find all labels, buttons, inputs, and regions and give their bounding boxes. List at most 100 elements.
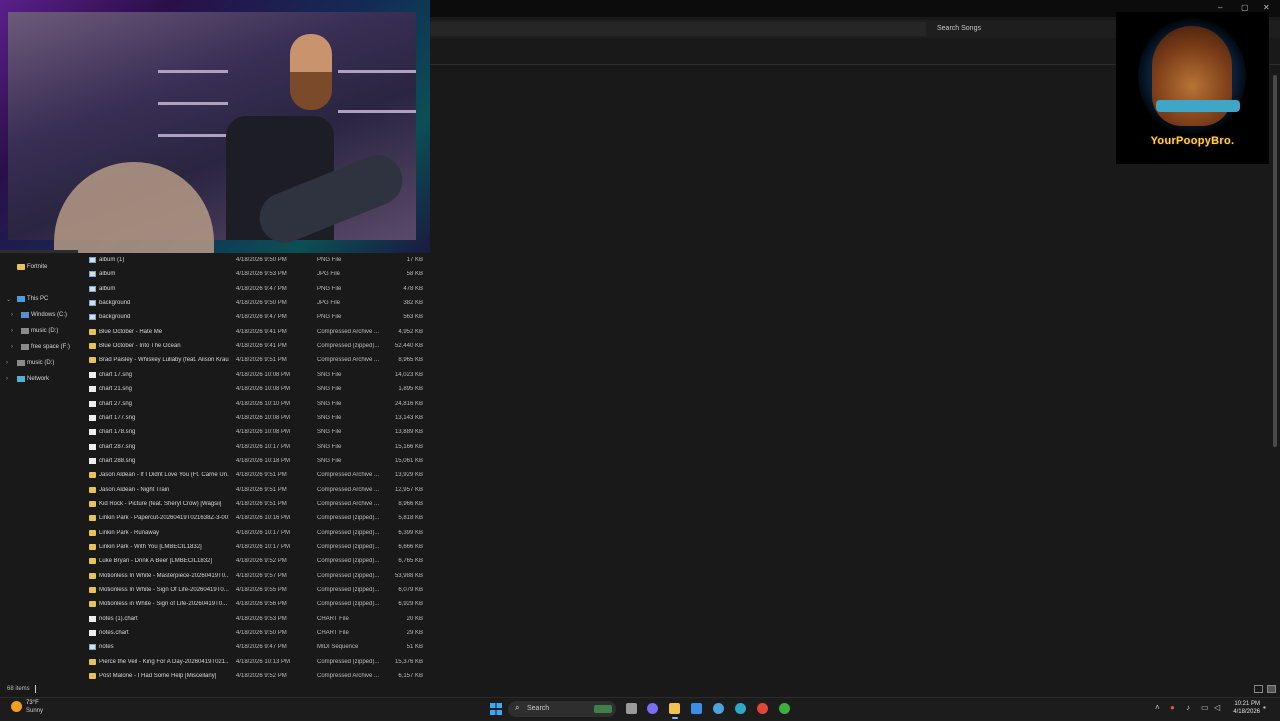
nav-item-fortnite[interactable]: Fortnite bbox=[27, 264, 47, 270]
display-icon[interactable]: ▭ bbox=[1201, 703, 1209, 712]
chevron-down-icon[interactable]: ⌄ bbox=[6, 296, 11, 303]
sun-icon[interactable] bbox=[11, 701, 22, 712]
file-row[interactable]: chart 21.sng 4/18/2026 10:08 PM SNG File 1,… bbox=[80, 383, 430, 397]
file-size: 6,157 KB bbox=[398, 673, 423, 680]
chevron-right-icon[interactable]: › bbox=[6, 360, 8, 366]
file-name: chart 288.sng bbox=[99, 457, 136, 464]
network-icon bbox=[17, 376, 25, 382]
clock-date: 4/18/2026 bbox=[1233, 709, 1260, 715]
chrome-icon[interactable] bbox=[757, 703, 768, 714]
drive-icon bbox=[21, 328, 29, 334]
task-view-icon[interactable] bbox=[626, 703, 637, 714]
file-row[interactable]: Linkin Park - With You [LMBECIL1832] 4/18… bbox=[80, 541, 430, 555]
file-explorer-icon[interactable] bbox=[669, 703, 680, 714]
tiles-view-button[interactable] bbox=[1267, 685, 1276, 693]
file-row[interactable]: Motionless In White - Sign Of Life-20260… bbox=[80, 584, 430, 598]
file-row[interactable]: Motionless in White - Sign of Life-20260… bbox=[80, 598, 430, 612]
file-row[interactable]: notes (1).chart 4/18/2026 9:53 PM CHART Fi… bbox=[80, 613, 430, 627]
file-size: 563 KB bbox=[403, 314, 423, 321]
file-row[interactable]: notes.chart 4/18/2026 9:50 PM CHART File 29… bbox=[80, 627, 430, 641]
file-row[interactable]: Kid Rock - Picture (feat. Sheryl Crow) [… bbox=[80, 498, 430, 512]
file-date-modified: 4/18/2026 9:47 PM bbox=[236, 285, 287, 292]
system-clock[interactable]: 10:21 PM 4/18/2026 bbox=[1226, 700, 1260, 716]
store-icon[interactable] bbox=[691, 703, 702, 714]
copilot-icon[interactable] bbox=[647, 703, 658, 714]
file-row[interactable]: Brad Paisley - Whiskey Lullaby (feat. Al… bbox=[80, 354, 430, 368]
chevron-right-icon[interactable]: › bbox=[11, 312, 13, 318]
scrollbar[interactable] bbox=[1273, 75, 1277, 447]
file-row[interactable]: chart 27.sng 4/18/2026 10:10 PM SNG File 24… bbox=[80, 398, 430, 412]
magnifier-app-icon[interactable] bbox=[713, 703, 724, 714]
image-file-icon bbox=[89, 300, 96, 307]
file-name: chart 287.sng bbox=[99, 443, 136, 450]
file-row[interactable]: Luke Bryan - Drink A Beer [LMBECIL1832] 4… bbox=[80, 555, 430, 569]
file-row[interactable]: Blue October - Hate Me 4/18/2026 9:41 PM C… bbox=[80, 326, 430, 340]
minimize-button[interactable]: – bbox=[1218, 3, 1222, 12]
details-view-button[interactable] bbox=[1254, 685, 1263, 693]
chevron-right-icon[interactable]: › bbox=[11, 344, 13, 350]
nav-item-windows-c[interactable]: Windows (C:) bbox=[31, 312, 67, 318]
taskbar-search[interactable]: ⌕ Search bbox=[508, 701, 616, 717]
nav-item-free-space-f[interactable]: free space (F:) bbox=[31, 344, 70, 350]
microphone-icon[interactable]: ♪ bbox=[1186, 703, 1190, 712]
file-size: 13,929 KB bbox=[394, 472, 423, 479]
file-name: notes.chart bbox=[99, 630, 129, 637]
file-row[interactable]: notes 4/18/2026 9:47 PM MIDI Sequence 51 KB bbox=[80, 641, 430, 655]
file-date-modified: 4/18/2026 9:47 PM bbox=[236, 644, 287, 651]
file-row[interactable]: Jason Aldean - Night Train 4/18/2026 9:51… bbox=[80, 484, 430, 498]
chevron-up-icon[interactable]: ˄ bbox=[1155, 703, 1160, 712]
file-row[interactable]: chart 287.sng 4/18/2026 10:17 PM SNG File 1… bbox=[80, 441, 430, 455]
file-name: Linkin Park - Runaway bbox=[99, 529, 160, 536]
weather-temperature[interactable]: 73°F bbox=[26, 700, 39, 706]
path-field[interactable] bbox=[430, 22, 926, 36]
file-row[interactable]: Jason Aldean - If I Didnt Love You (Ft. … bbox=[80, 469, 430, 483]
file-row[interactable]: chart 17.sng 4/18/2026 10:08 PM SNG File 14… bbox=[80, 369, 430, 383]
file-row[interactable]: chart 177.sng 4/18/2026 10:08 PM SNG File 1… bbox=[80, 412, 430, 426]
chevron-right-icon[interactable]: › bbox=[6, 376, 8, 382]
nav-item-music-d[interactable]: music (D:) bbox=[31, 328, 58, 334]
edge-icon[interactable] bbox=[735, 703, 746, 714]
file-date-modified: 4/18/2026 10:08 PM bbox=[236, 414, 291, 421]
app-tray-icon[interactable]: ● bbox=[1170, 703, 1175, 712]
file-type: JPG File bbox=[317, 271, 341, 278]
file-name: album bbox=[99, 271, 116, 278]
file-name: background bbox=[99, 300, 131, 307]
file-row[interactable]: background 4/18/2026 9:50 PM JPG File 382 K… bbox=[80, 297, 430, 311]
weather-description[interactable]: Sunny bbox=[26, 708, 43, 714]
file-row[interactable]: Linkin Park - Runaway 4/18/2026 10:17 PM C… bbox=[80, 527, 430, 541]
file-date-modified: 4/18/2026 9:57 PM bbox=[236, 572, 287, 579]
file-size: 51 KB bbox=[406, 644, 423, 651]
nav-item-music-d-2[interactable]: music (D:) bbox=[27, 360, 54, 366]
file-row[interactable]: chart 178.sng 4/18/2026 10:08 PM SNG File 1… bbox=[80, 426, 430, 440]
file-row[interactable]: album 4/18/2026 9:53 PM JPG File 58 KB bbox=[80, 268, 430, 282]
nav-item-network[interactable]: Network bbox=[27, 376, 49, 382]
close-button[interactable]: ✕ bbox=[1263, 3, 1270, 12]
xbox-icon[interactable] bbox=[779, 703, 790, 714]
file-row[interactable]: Pierce the Veil - King For A Day-2026041… bbox=[80, 656, 430, 670]
file-row[interactable]: Post Malone - I Had Some Help [Miscellan… bbox=[80, 670, 430, 684]
file-type: SNG File bbox=[317, 429, 342, 436]
maximize-button[interactable]: ▢ bbox=[1241, 3, 1249, 12]
file-type: MIDI Sequence bbox=[317, 644, 359, 651]
file-row[interactable]: Linkin Park - Papercut-20260419T021638Z-… bbox=[80, 512, 430, 526]
file-row[interactable]: background 4/18/2026 9:47 PM PNG File 563 K… bbox=[80, 311, 430, 325]
file-row[interactable]: album (1) 4/18/2026 9:50 PM PNG File 17 KB bbox=[80, 254, 430, 268]
file-type: Compressed Archive ... bbox=[317, 472, 380, 479]
file-row[interactable]: Blue October - Into The Ocean 4/18/2026 9… bbox=[80, 340, 430, 354]
search-songs-input[interactable]: Search Songs bbox=[937, 25, 981, 32]
file-icon bbox=[89, 443, 96, 450]
file-name: Pierce the Veil - King For A Day-2026041… bbox=[99, 658, 229, 665]
file-date-modified: 4/18/2026 9:52 PM bbox=[236, 558, 287, 565]
file-row[interactable]: chart 288.sng 4/18/2026 10:18 PM SNG File 1… bbox=[80, 455, 430, 469]
volume-icon[interactable]: ◁ bbox=[1214, 703, 1220, 712]
start-button[interactable] bbox=[490, 703, 502, 715]
nav-item-this-pc[interactable]: This PC bbox=[27, 296, 48, 302]
file-date-modified: 4/18/2026 10:10 PM bbox=[236, 400, 291, 407]
notification-icon[interactable]: ▪ bbox=[1263, 703, 1266, 712]
chevron-right-icon[interactable]: › bbox=[11, 328, 13, 334]
archive-folder-icon bbox=[89, 328, 96, 335]
file-row[interactable]: album 4/18/2026 9:47 PM PNG File 478 KB bbox=[80, 283, 430, 297]
file-size: 12,957 KB bbox=[394, 486, 423, 493]
file-type: Compressed Archive ... bbox=[317, 328, 380, 335]
file-row[interactable]: Motionless In White - Masterpiece-202604… bbox=[80, 570, 430, 584]
